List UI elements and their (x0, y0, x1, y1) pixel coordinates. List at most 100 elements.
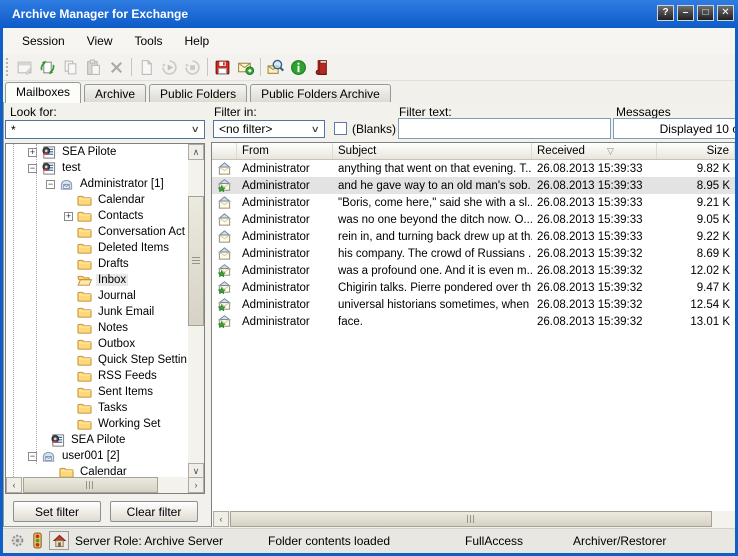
cell-size: 8.69 K (657, 248, 735, 260)
filter-text-input[interactable] (398, 118, 611, 139)
message-row[interactable]: AdministratorChigirin talks. Pierre pond… (212, 279, 735, 296)
tab-public-folders[interactable]: Public Folders (149, 84, 247, 103)
tree-node-tasks[interactable]: Tasks (6, 400, 188, 416)
blanks-checkbox[interactable] (334, 122, 347, 135)
close-button[interactable]: ✕ (717, 5, 734, 21)
filter-in-combobox[interactable]: <no filter> ∨ (213, 120, 325, 138)
tree-hscroll-thumb[interactable] (23, 477, 158, 493)
scroll-left-arrow-icon[interactable]: ‹ (213, 511, 229, 527)
tree-node-drafts[interactable]: Drafts (6, 256, 188, 272)
message-row[interactable]: Administratoranything that went on that … (212, 160, 735, 177)
message-row[interactable]: Administratoruniversal historians someti… (212, 296, 735, 313)
tree-node-label: SEA Pilote (60, 146, 118, 158)
tab-public-folders-archive[interactable]: Public Folders Archive (250, 84, 391, 103)
message-row[interactable]: Administratorwas a profound one. And it … (212, 262, 735, 279)
tree-node-outbox[interactable]: Outbox (6, 336, 188, 352)
tree-node-administrator-1-[interactable]: −Administrator [1] (6, 176, 188, 192)
info-icon[interactable] (287, 56, 310, 78)
menu-help[interactable]: Help (174, 31, 221, 51)
status-folder-loaded: Folder contents loaded (268, 534, 390, 548)
send-mail-icon[interactable] (234, 56, 257, 78)
tree-node-user001-2-[interactable]: −user001 [2] (6, 448, 188, 464)
chevron-down-icon[interactable]: ∨ (191, 124, 200, 135)
save-icon[interactable] (211, 56, 234, 78)
tab-mailboxes[interactable]: Mailboxes (5, 82, 81, 103)
list-hscroll-thumb[interactable] (230, 511, 712, 527)
clear-filter-button[interactable]: Clear filter (110, 501, 198, 522)
column-header-from[interactable]: From (237, 143, 333, 159)
tree-node-deleted-items[interactable]: Deleted Items (6, 240, 188, 256)
collapse-icon[interactable]: − (46, 180, 55, 189)
set-filter-button[interactable]: Set filter (13, 501, 101, 522)
tree-node-test[interactable]: −test (6, 160, 188, 176)
folder-icon (77, 209, 96, 224)
refresh-icon[interactable] (36, 56, 59, 78)
expand-icon[interactable]: + (64, 212, 73, 221)
chevron-down-icon[interactable]: ∨ (311, 124, 320, 135)
tab-archive[interactable]: Archive (84, 84, 146, 103)
tree-node-rss-feeds[interactable]: RSS Feeds (6, 368, 188, 384)
look-for-combobox[interactable]: * ∨ (5, 120, 205, 139)
restore-stop-icon (181, 56, 204, 78)
tree-node-sent-items[interactable]: Sent Items (6, 384, 188, 400)
cell-subject: face. (333, 316, 532, 328)
tree-node-label: Calendar (78, 466, 129, 477)
scroll-right-arrow-icon[interactable]: › (188, 477, 204, 493)
column-header-size[interactable]: Size (657, 143, 735, 159)
folder-icon (77, 257, 96, 272)
folder-icon (77, 385, 96, 400)
envelope-icon (212, 229, 237, 244)
tree-node-sea-pilote[interactable]: SEA Pilote (6, 432, 188, 448)
menu-session[interactable]: Session (11, 31, 76, 51)
scroll-left-arrow-icon[interactable]: ‹ (6, 477, 22, 493)
server-icon (50, 433, 69, 448)
tree-node-journal[interactable]: Journal (6, 288, 188, 304)
minimize-button[interactable]: – (677, 5, 694, 21)
envelope-star-icon (212, 280, 237, 295)
folder-icon (77, 225, 96, 240)
envelope-icon (212, 195, 237, 210)
tree-node-junk-email[interactable]: Junk Email (6, 304, 188, 320)
tree-node-quick-step-settin[interactable]: Quick Step Settin (6, 352, 188, 368)
tree-node-working-set[interactable]: Working Set (6, 416, 188, 432)
cell-subject: was no one beyond the ditch now. O... (333, 214, 532, 226)
tree-horizontal-scrollbar[interactable]: ‹ › (6, 477, 204, 493)
scroll-up-arrow-icon[interactable]: ∧ (188, 144, 204, 160)
column-header-icon[interactable] (212, 143, 237, 159)
cell-subject: was a profound one. And it is even m... (333, 265, 532, 277)
cell-size: 12.54 K (657, 299, 735, 311)
message-row[interactable]: Administratorface.26.08.2013 15:39:3213.… (212, 313, 735, 330)
message-row[interactable]: Administratorand he gave way to an old m… (212, 177, 735, 194)
folder-icon (77, 241, 96, 256)
clear-filter-label: Clear filter (127, 505, 182, 519)
folder-icon (77, 369, 96, 384)
tree-node-inbox[interactable]: Inbox (6, 272, 188, 288)
tree-node-notes[interactable]: Notes (6, 320, 188, 336)
tree-node-conversation-act[interactable]: Conversation Act (6, 224, 188, 240)
maximize-button[interactable]: □ (697, 5, 714, 21)
help-button[interactable]: ? (657, 5, 674, 21)
menu-view[interactable]: View (76, 31, 124, 51)
menu-tools[interactable]: Tools (124, 31, 174, 51)
message-row[interactable]: Administratorwas no one beyond the ditch… (212, 211, 735, 228)
column-header-received[interactable]: Received▽ (532, 143, 657, 159)
column-header-subject[interactable]: Subject (333, 143, 532, 159)
tree-node-calendar[interactable]: Calendar (6, 464, 188, 477)
message-row[interactable]: Administratorrein in, and turning back d… (212, 228, 735, 245)
tree-vscroll-thumb[interactable] (188, 196, 204, 326)
tree-node-sea-pilote[interactable]: +SEA Pilote (6, 144, 188, 160)
cell-subject: rein in, and turning back drew up at th.… (333, 231, 532, 243)
home-mailbox-icon[interactable] (49, 531, 69, 550)
tree-node-contacts[interactable]: +Contacts (6, 208, 188, 224)
cell-size: 13.01 K (657, 316, 735, 328)
list-horizontal-scrollbar[interactable]: ‹ (213, 511, 735, 527)
cell-received: 26.08.2013 15:39:32 (532, 282, 657, 294)
set-filter-label: Set filter (35, 505, 79, 519)
message-row[interactable]: Administrator"Boris, come here," said sh… (212, 194, 735, 211)
message-row[interactable]: Administratorhis company. The crowd of R… (212, 245, 735, 262)
search-mail-icon[interactable] (264, 56, 287, 78)
exit-icon[interactable] (310, 56, 333, 78)
tree-vertical-scrollbar[interactable]: ∧ ∨ (188, 144, 204, 479)
envelope-star-icon (212, 178, 237, 193)
tree-node-calendar[interactable]: Calendar (6, 192, 188, 208)
